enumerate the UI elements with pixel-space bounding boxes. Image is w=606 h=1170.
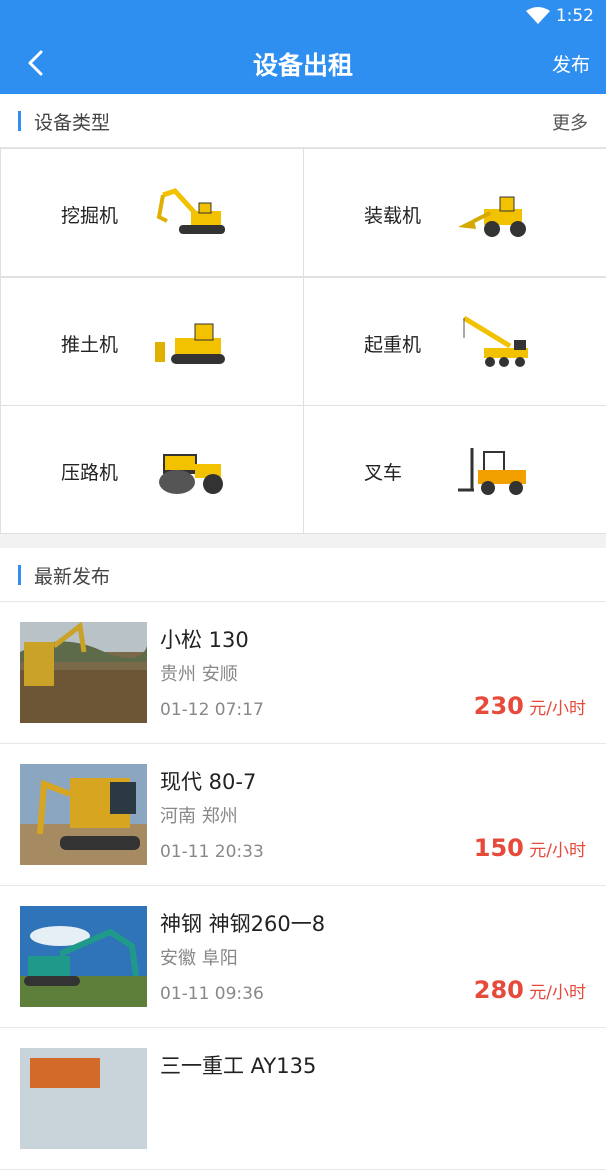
wifi-icon: [526, 7, 550, 24]
crane-icon: [462, 315, 528, 367]
section-accent-bar: [18, 111, 21, 131]
more-button[interactable]: 更多: [552, 109, 588, 135]
type-label: 叉车: [364, 462, 403, 484]
listing-price: 280 元/小时: [474, 976, 586, 1004]
section-accent-bar: [18, 565, 21, 585]
listing-photo: [20, 906, 147, 1007]
price-value: 230: [473, 692, 524, 720]
type-cell-excavator[interactable]: 挖掘机: [1, 149, 303, 276]
latest-header: 最新发布: [0, 548, 606, 602]
nav-bar: 设备出租 发布: [0, 32, 606, 94]
listing-photo: [20, 764, 147, 865]
type-cell-forklift[interactable]: 叉车: [304, 406, 606, 533]
listing-price: 150 元/小时: [474, 834, 586, 862]
price-unit: 元/小时: [523, 841, 586, 861]
section-title: 最新发布: [34, 566, 111, 588]
price-value: 150: [473, 834, 524, 862]
listing-item[interactable]: 现代 80-7 河南 郑州 01-11 20:33 150 元/小时: [0, 744, 606, 886]
page-title: 设备出租: [252, 51, 353, 80]
type-label: 起重机: [364, 334, 422, 356]
listing-photo: [20, 622, 147, 723]
price-unit: 元/小时: [523, 983, 586, 1003]
listing-date: 01-11 09:36: [160, 984, 264, 1004]
type-label: 装载机: [364, 205, 422, 227]
listing-date: 01-11 20:33: [160, 842, 264, 862]
type-label: 挖掘机: [61, 205, 119, 227]
listing-item[interactable]: 小松 130 贵州 安顺 01-12 07:17 230 元/小时: [0, 602, 606, 744]
listing-title: 小松 130: [160, 628, 249, 652]
bulldozer-icon: [155, 323, 225, 364]
status-bar: 1:52: [0, 0, 606, 32]
price-unit: 元/小时: [523, 699, 586, 719]
section-title: 设备类型: [34, 112, 111, 134]
type-cell-crane[interactable]: 起重机: [304, 278, 606, 405]
excavator-icon: [156, 188, 225, 234]
type-label: 压路机: [61, 462, 119, 484]
type-cell-road-roller[interactable]: 压路机: [1, 406, 303, 533]
listing-date: 01-12 07:17: [160, 700, 264, 720]
type-label: 推土机: [61, 334, 119, 356]
publish-button[interactable]: 发布: [552, 50, 590, 77]
section-gap: [0, 534, 606, 548]
listing-title: 现代 80-7: [160, 770, 257, 794]
listing-location: 贵州 安顺: [160, 664, 238, 685]
listing-price: 230 元/小时: [474, 692, 586, 720]
loader-icon: [458, 196, 526, 237]
road-roller-icon: [159, 454, 223, 494]
listing-title: 神钢 神钢260一8: [160, 912, 326, 936]
listing-item[interactable]: 神钢 神钢260一8 安徽 阜阳 01-11 09:36 280 元/小时: [0, 886, 606, 1028]
clock: 1:52: [555, 6, 594, 26]
listing-location: 安徽 阜阳: [160, 948, 238, 969]
listing-photo: [20, 1048, 147, 1149]
price-value: 280: [473, 976, 524, 1004]
type-cell-bulldozer[interactable]: 推土机: [1, 278, 303, 405]
listing-title: 三一重工 AY135: [160, 1054, 317, 1078]
equipment-type-grid: 挖掘机 装载机 推土机 起重机 压路机 叉车: [0, 148, 606, 534]
listing-location: 河南 郑州: [160, 806, 238, 827]
forklift-icon: [458, 448, 526, 495]
type-cell-loader[interactable]: 装载机: [304, 149, 606, 276]
equipment-types-header: 设备类型 更多: [0, 94, 606, 148]
listing-item[interactable]: 三一重工 AY135: [0, 1028, 606, 1170]
